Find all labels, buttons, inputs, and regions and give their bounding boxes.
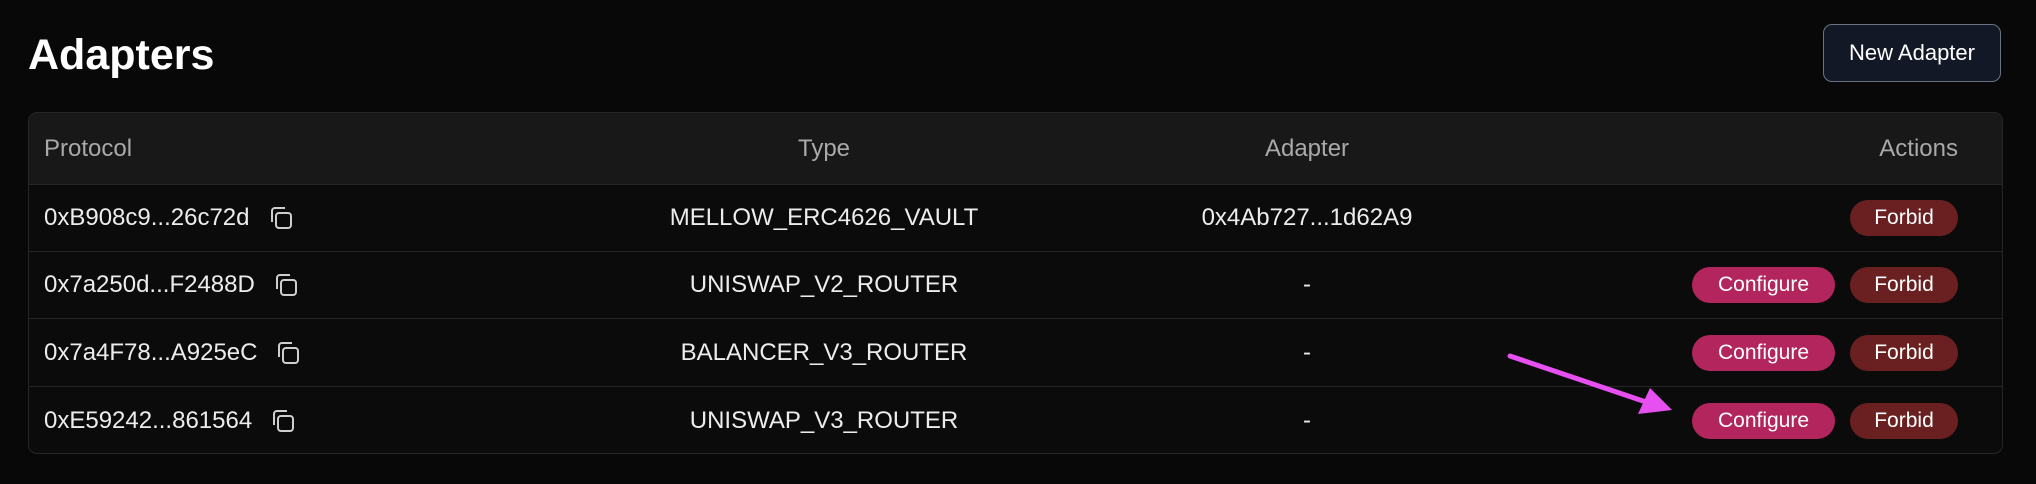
actions-cell: Configure Forbid	[1692, 319, 1958, 386]
protocol-cell: 0xB908c9...26c72d	[44, 185, 296, 251]
type-cell: BALANCER_V3_ROUTER	[680, 338, 968, 366]
header-adapter: Adapter	[1264, 134, 1350, 162]
protocol-address: 0xB908c9...26c72d	[44, 204, 250, 231]
configure-button[interactable]: Configure	[1692, 267, 1835, 303]
protocol-cell: 0xE59242...861564	[44, 387, 298, 453]
header-actions: Actions	[1879, 134, 1958, 162]
copy-icon[interactable]	[266, 203, 296, 233]
type-cell: UNISWAP_V3_ROUTER	[689, 407, 959, 434]
copy-icon[interactable]	[271, 270, 301, 300]
new-adapter-button[interactable]: New Adapter	[1823, 24, 2001, 82]
page-title: Adapters	[28, 31, 215, 79]
adapters-table: Protocol Type Adapter Actions 0xB908c9..…	[28, 112, 2003, 454]
actions-cell: Configure Forbid	[1692, 387, 1958, 453]
table-row: 0xE59242...861564 UNISWAP_V3_ROUTER - Co…	[29, 387, 2002, 453]
adapter-cell: -	[1303, 338, 1311, 366]
type-cell: UNISWAP_V2_ROUTER	[689, 271, 959, 298]
actions-cell: Configure Forbid	[1692, 252, 1958, 318]
forbid-button[interactable]: Forbid	[1850, 267, 1958, 303]
table-header-row: Protocol Type Adapter Actions	[29, 113, 2002, 185]
protocol-cell: 0x7a4F78...A925eC	[44, 319, 303, 386]
protocol-address: 0xE59242...861564	[44, 407, 253, 434]
actions-cell: Forbid	[1850, 185, 1958, 251]
forbid-button[interactable]: Forbid	[1850, 403, 1958, 439]
protocol-address: 0x7a4F78...A925eC	[44, 338, 258, 366]
copy-icon[interactable]	[268, 406, 298, 436]
protocol-cell: 0x7a250d...F2488D	[44, 252, 301, 318]
copy-icon[interactable]	[273, 338, 303, 368]
table-row: 0x7a250d...F2488D UNISWAP_V2_ROUTER - Co…	[29, 252, 2002, 319]
table-row: 0x7a4F78...A925eC BALANCER_V3_ROUTER - C…	[29, 319, 2002, 387]
configure-button[interactable]: Configure	[1692, 334, 1835, 371]
header-protocol: Protocol	[44, 134, 133, 162]
forbid-button[interactable]: Forbid	[1850, 334, 1958, 371]
table-row: 0xB908c9...26c72d MELLOW_ERC4626_VAULT 0…	[29, 185, 2002, 252]
adapter-cell: 0x4Ab727...1d62A9	[1201, 204, 1413, 231]
forbid-button[interactable]: Forbid	[1850, 200, 1958, 236]
adapter-cell: -	[1303, 407, 1311, 434]
adapter-cell: -	[1303, 271, 1311, 298]
type-cell: MELLOW_ERC4626_VAULT	[669, 204, 979, 231]
protocol-address: 0x7a250d...F2488D	[44, 271, 255, 298]
header-type: Type	[797, 134, 851, 162]
configure-button[interactable]: Configure	[1692, 403, 1835, 439]
